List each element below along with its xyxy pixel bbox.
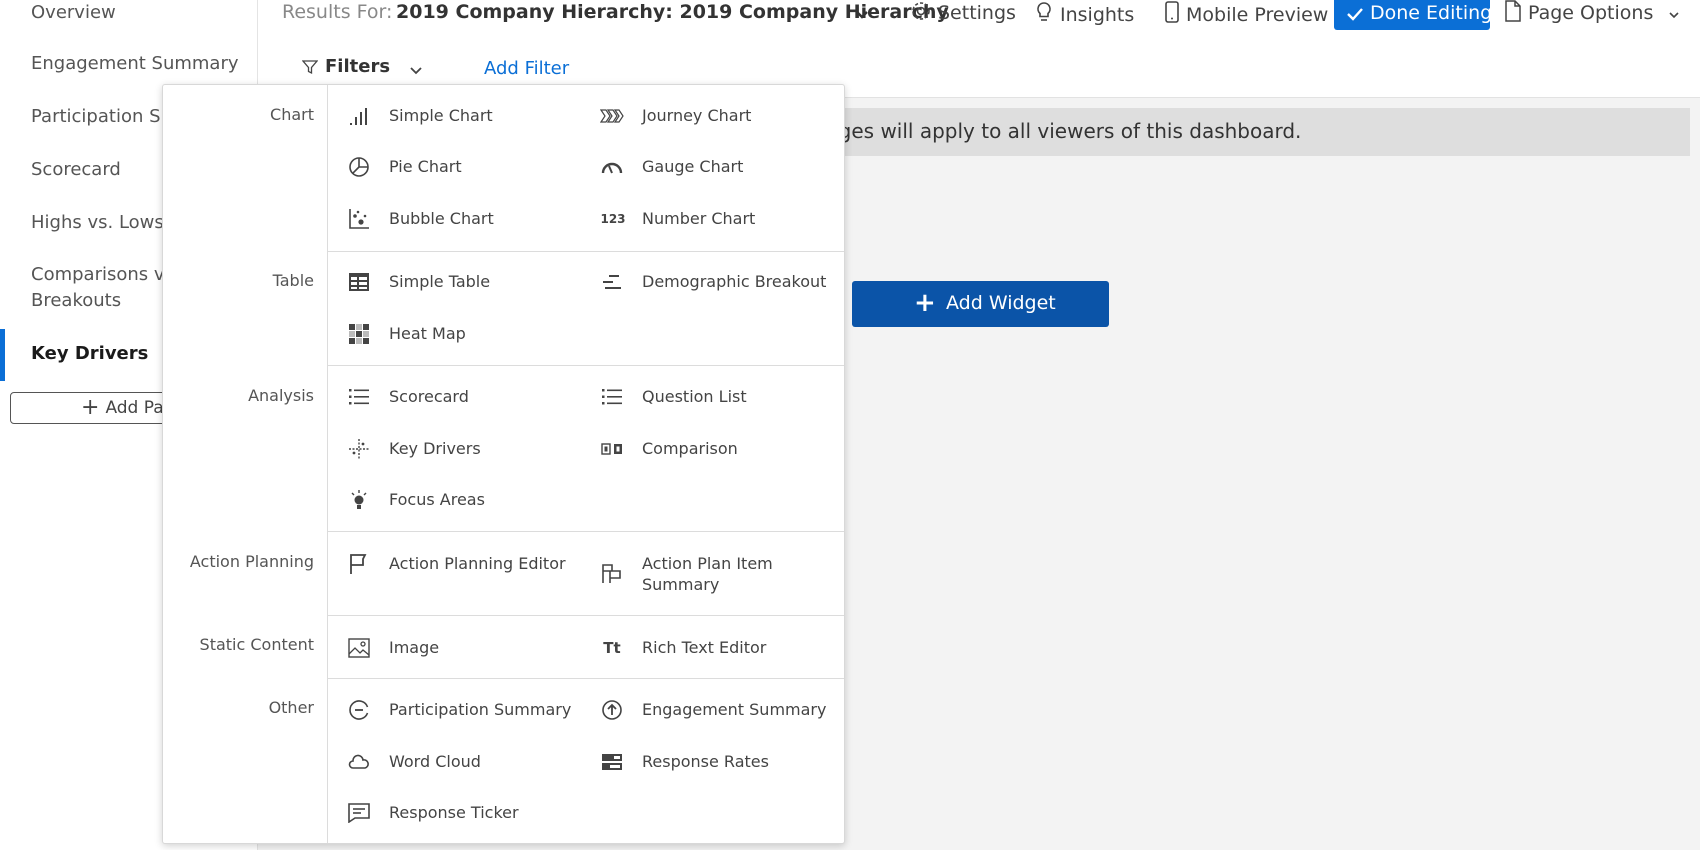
menu-item-word-cloud[interactable]: Word Cloud <box>347 751 567 773</box>
settings-label: Settings <box>938 2 1016 24</box>
menu-item-gauge-chart[interactable]: Gauge Chart <box>600 156 820 178</box>
menu-item-focus-areas[interactable]: Focus Areas <box>347 489 567 511</box>
menu-item-demographic-breakout[interactable]: Demographic Breakout <box>600 271 840 293</box>
bubble-chart-icon <box>347 208 371 230</box>
menu-item-bubble-chart[interactable]: Bubble Chart <box>347 208 567 230</box>
page-icon <box>1505 0 1521 22</box>
category-analysis: Analysis <box>248 386 314 405</box>
menu-item-image[interactable]: Image <box>347 637 567 659</box>
mobile-icon <box>1165 1 1179 23</box>
menu-item-journey-chart[interactable]: Journey Chart <box>600 105 820 127</box>
add-filter-link[interactable]: Add Filter <box>484 58 569 79</box>
journey-chevrons-icon <box>600 105 624 127</box>
results-for-label: Results For: <box>282 1 393 23</box>
table-icon <box>347 271 371 293</box>
image-icon <box>347 637 371 659</box>
flag-icon <box>347 553 371 575</box>
bar-chart-icon <box>347 105 371 127</box>
menu-item-key-drivers[interactable]: Key Drivers <box>347 438 567 460</box>
lightbulb-icon <box>1037 2 1051 21</box>
add-widget-button[interactable]: + Add Widget <box>852 281 1109 327</box>
gear-icon <box>912 2 930 20</box>
arrow-up-circle-icon <box>600 699 624 721</box>
menu-separator <box>328 251 844 252</box>
chevron-down-icon[interactable] <box>854 2 876 26</box>
pie-chart-icon <box>347 156 371 178</box>
menu-item-response-rates[interactable]: Response Rates <box>600 751 820 773</box>
menu-item-rich-text-editor[interactable]: Tt Rich Text Editor <box>600 637 820 659</box>
list-icon <box>600 386 624 408</box>
menu-item-action-planning-editor[interactable]: Action Planning Editor <box>347 553 567 575</box>
done-editing-button[interactable]: Done Editing <box>1334 0 1493 30</box>
insights-label: Insights <box>1060 4 1135 26</box>
key-drivers-icon <box>347 438 371 460</box>
response-rates-icon <box>600 751 624 773</box>
funnel-icon <box>301 59 319 79</box>
page-options-label: Page Options <box>1528 2 1654 24</box>
heat-map-icon <box>347 323 371 345</box>
category-action-planning: Action Planning <box>189 552 314 571</box>
menu-item-question-list[interactable]: Question List <box>600 386 820 408</box>
menu-item-engagement-summary[interactable]: Engagement Summary <box>600 699 830 721</box>
check-icon <box>1347 8 1363 21</box>
menu-item-number-chart[interactable]: 123 Number Chart <box>600 208 820 230</box>
menu-separator <box>328 615 844 616</box>
page-options-button[interactable]: Page Options <box>1504 0 1681 25</box>
cloud-icon <box>347 751 371 773</box>
chevron-down-icon[interactable] <box>408 62 424 81</box>
menu-separator <box>328 678 844 679</box>
plus-icon: + <box>81 395 100 420</box>
menu-separator <box>328 365 844 366</box>
sidebar-item-overview[interactable]: Overview <box>31 0 251 26</box>
add-page-label: Add Pa <box>105 398 164 418</box>
menu-item-participation-summary[interactable]: Participation Summary <box>347 699 571 721</box>
menu-item-heat-map[interactable]: Heat Map <box>347 323 567 345</box>
flags-icon <box>600 563 624 585</box>
insights-button[interactable]: Insights <box>1034 0 1134 27</box>
participation-circle-icon <box>347 699 371 721</box>
list-icon <box>347 386 371 408</box>
number-123-icon: 123 <box>600 211 626 226</box>
mobile-preview-button[interactable]: Mobile Preview <box>1164 0 1328 27</box>
done-editing-label: Done Editing <box>1370 2 1493 24</box>
focus-bulb-icon <box>347 489 371 511</box>
widget-type-menu: Chart Table Analysis Action Planning Sta… <box>162 84 845 844</box>
active-indicator <box>0 329 5 381</box>
menu-item-comparison[interactable]: Comparison <box>600 438 820 460</box>
text-tt-icon: Tt <box>603 638 621 657</box>
category-other: Other <box>268 698 314 717</box>
category-chart: Chart <box>270 105 314 124</box>
settings-button[interactable]: Settings <box>910 0 1016 25</box>
plus-icon: + <box>914 288 936 318</box>
menu-item-simple-table[interactable]: Simple Table <box>347 271 567 293</box>
category-static-content: Static Content <box>199 635 314 654</box>
gauge-icon <box>600 156 624 178</box>
menu-separator <box>328 531 844 532</box>
filters-toggle[interactable]: Filters <box>325 56 390 77</box>
menu-divider <box>327 85 328 843</box>
menu-item-scorecard[interactable]: Scorecard <box>347 386 567 408</box>
menu-item-pie-chart[interactable]: Pie Chart <box>347 156 567 178</box>
sidebar-item-engagement-summary[interactable]: Engagement Summary <box>31 51 251 77</box>
add-widget-label: Add Widget <box>946 292 1056 314</box>
category-table: Table <box>272 271 314 290</box>
comparison-icon <box>600 438 624 460</box>
menu-item-action-plan-item-summary[interactable]: Action Plan Item Summary <box>600 553 830 597</box>
breakout-bars-icon <box>600 271 624 293</box>
message-icon <box>347 802 371 824</box>
notice-text: nges will apply to all viewers of this d… <box>826 119 1302 143</box>
mobile-preview-label: Mobile Preview <box>1186 4 1329 26</box>
menu-item-simple-chart[interactable]: Simple Chart <box>347 105 567 127</box>
chevron-down-icon <box>1669 12 1679 19</box>
menu-item-response-ticker[interactable]: Response Ticker <box>347 802 567 824</box>
